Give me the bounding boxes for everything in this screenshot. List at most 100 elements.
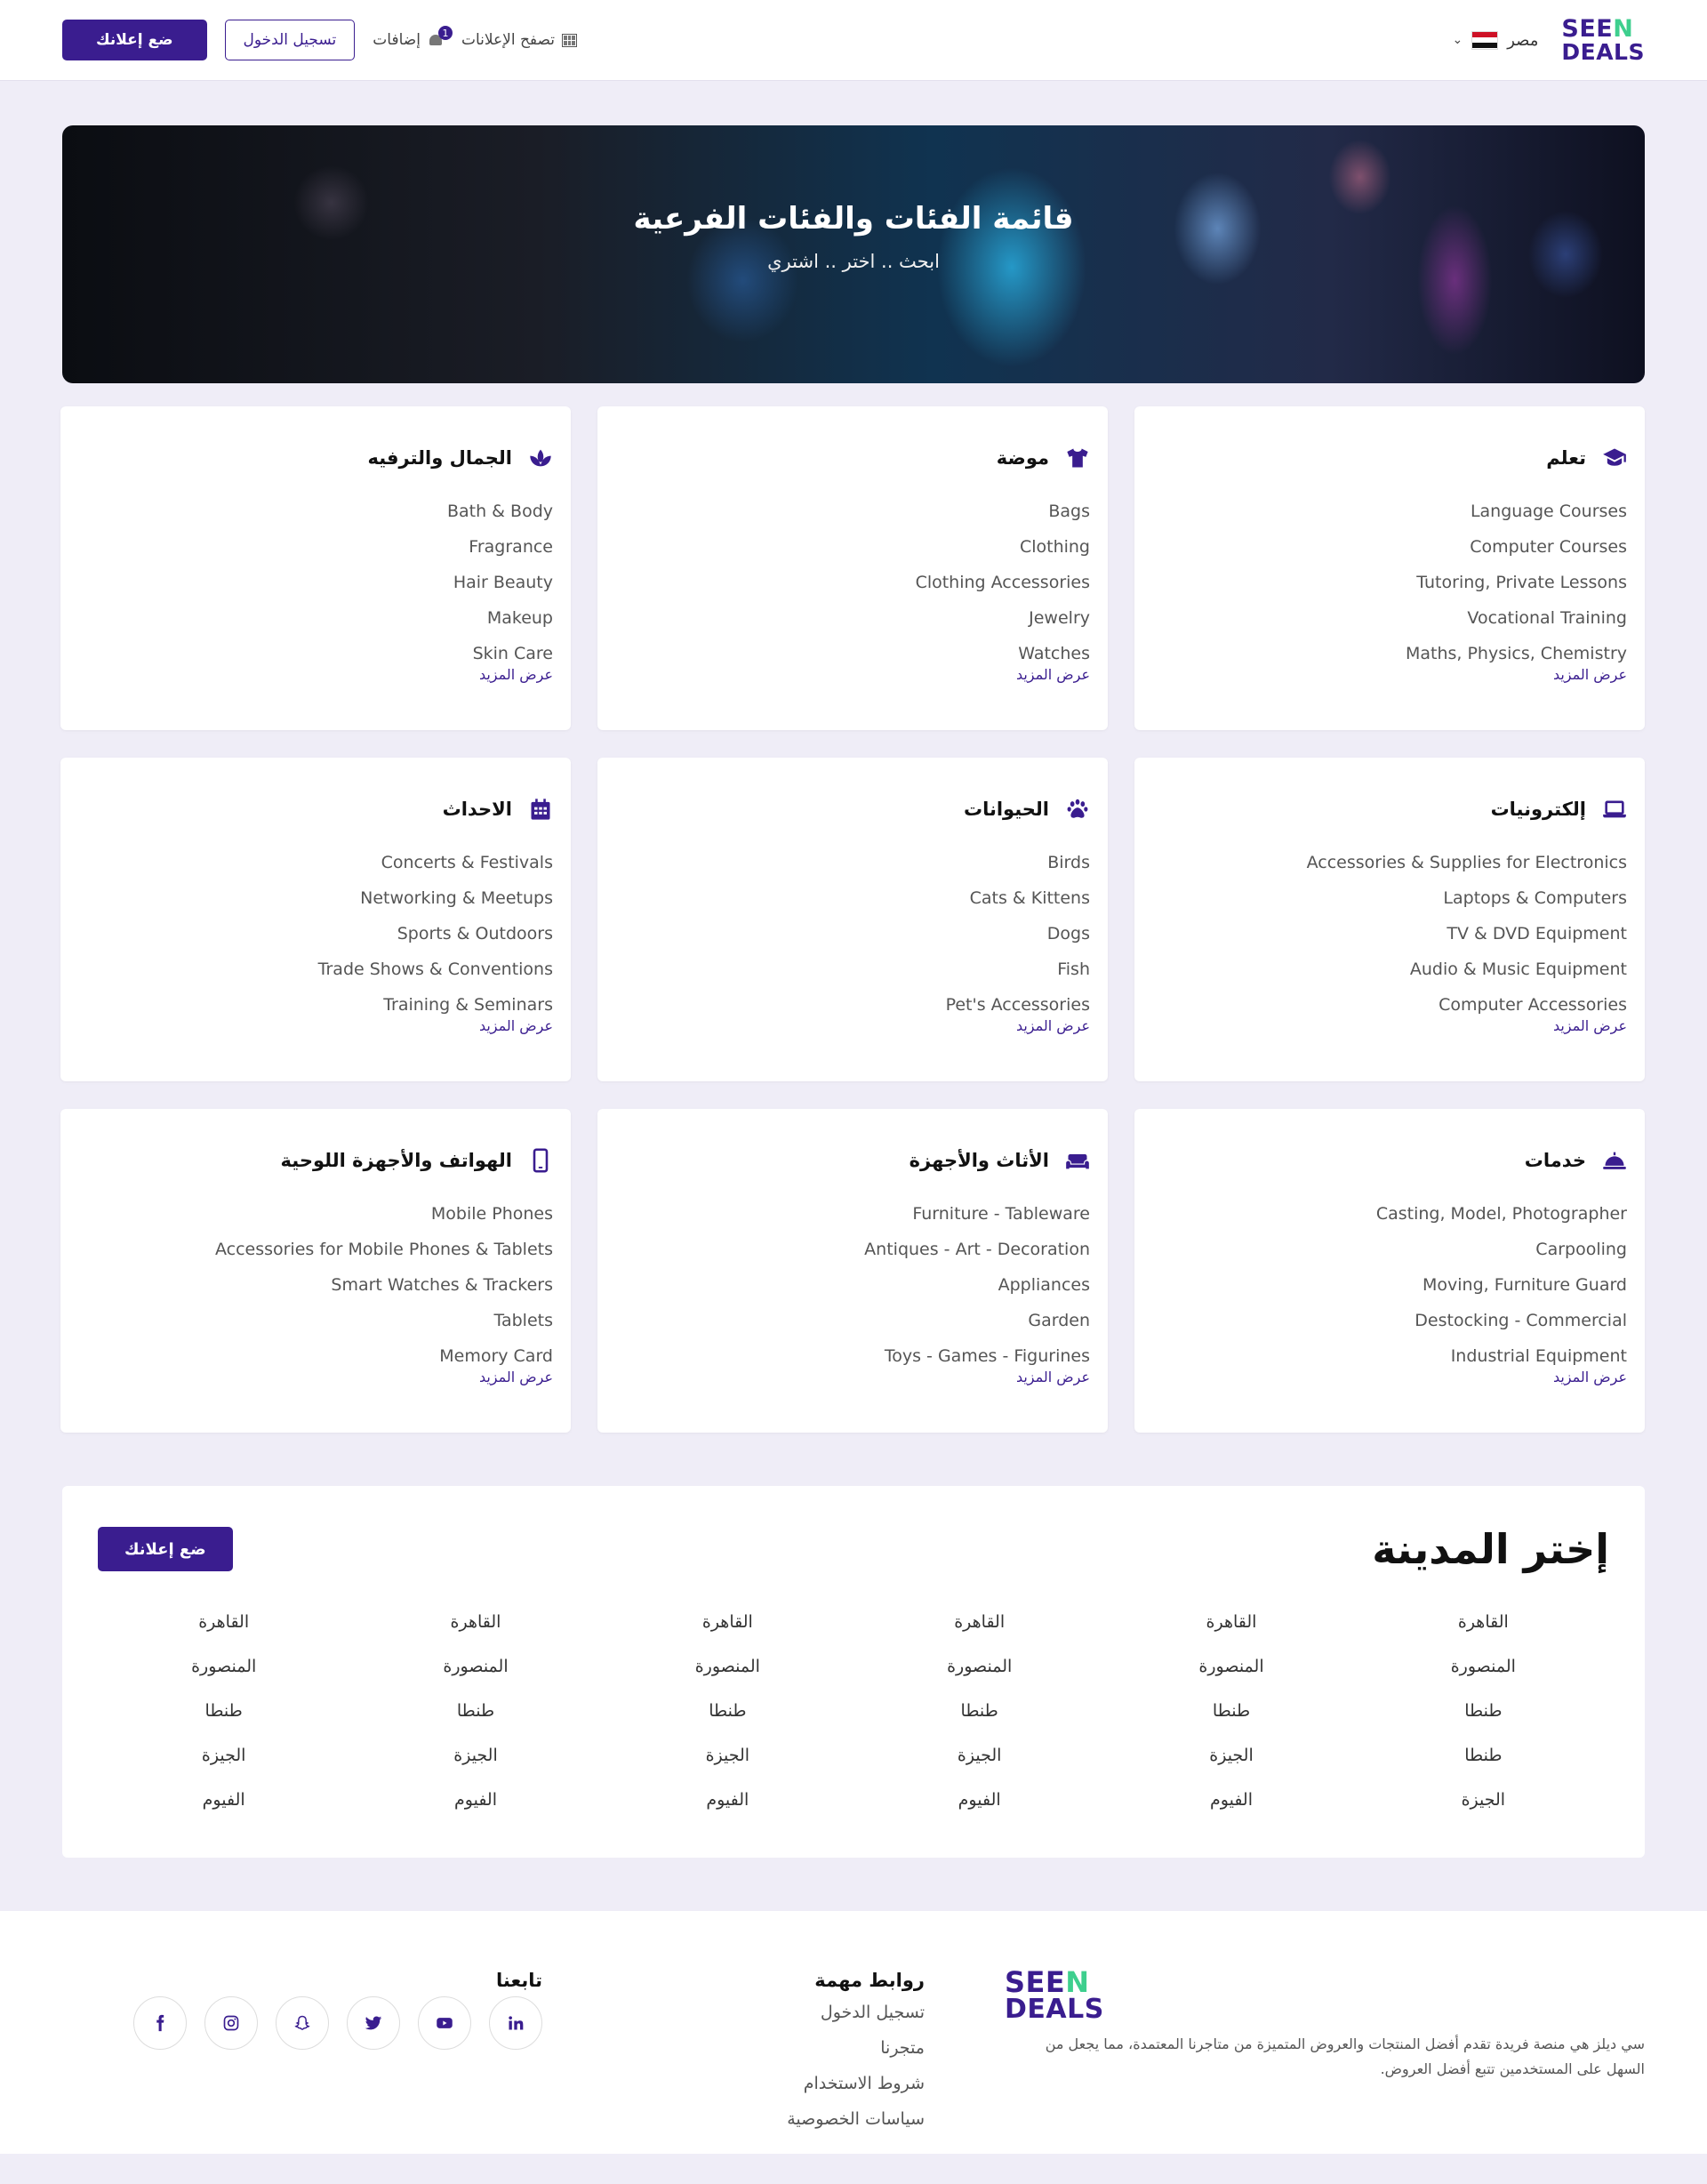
subcategory-link[interactable]: Smart Watches & Trackers <box>331 1275 553 1295</box>
city-link[interactable]: المنصورة <box>854 1657 1105 1701</box>
subcategory-link[interactable]: Antiques - Art - Decoration <box>864 1240 1090 1259</box>
subcategory-link[interactable]: Carpooling <box>1535 1240 1627 1259</box>
subcategory-link[interactable]: Accessories for Mobile Phones & Tablets <box>215 1240 553 1259</box>
subcategory-link[interactable]: Casting, Model, Photographer <box>1376 1204 1627 1224</box>
city-link[interactable]: الفيوم <box>602 1790 854 1835</box>
subcategory-link[interactable]: Birds <box>1047 853 1090 872</box>
city-post-ad-button[interactable]: ضع إعلانك <box>98 1527 233 1571</box>
subcategory-link[interactable]: Computer Accessories <box>1439 995 1627 1015</box>
subcategory-link[interactable]: Skin Care <box>473 644 553 663</box>
subcategory-link[interactable]: Bags <box>1048 502 1090 521</box>
show-more-link[interactable]: عرض المزيد <box>1152 666 1627 683</box>
city-link[interactable]: القاهرة <box>1105 1612 1357 1657</box>
city-link[interactable]: الجيزة <box>1358 1790 1609 1835</box>
city-link[interactable]: المنصورة <box>602 1657 854 1701</box>
subcategory-link[interactable]: Bath & Body <box>447 502 553 521</box>
show-more-link[interactable]: عرض المزيد <box>615 1369 1090 1385</box>
subcategory-link[interactable]: Hair Beauty <box>453 573 553 592</box>
twitter-icon[interactable] <box>347 1996 400 2050</box>
city-link[interactable]: الجيزة <box>98 1746 349 1790</box>
site-logo[interactable]: SEEN DEALS <box>1561 17 1645 63</box>
subcategory-link[interactable]: Mobile Phones <box>431 1204 553 1224</box>
category-header[interactable]: الاحداث <box>78 797 553 822</box>
category-header[interactable]: تعلم <box>1152 446 1627 470</box>
subcategory-link[interactable]: Tablets <box>494 1311 553 1330</box>
subcategory-link[interactable]: Maths, Physics, Chemistry <box>1406 644 1627 663</box>
city-link[interactable]: طنطا <box>1358 1746 1609 1790</box>
city-link[interactable]: المنصورة <box>1105 1657 1357 1701</box>
subcategory-link[interactable]: Garden <box>1028 1311 1090 1330</box>
show-more-link[interactable]: عرض المزيد <box>78 1017 553 1034</box>
city-link[interactable]: المنصورة <box>98 1657 349 1701</box>
subcategory-link[interactable]: Concerts & Festivals <box>381 853 553 872</box>
subcategory-link[interactable]: Vocational Training <box>1467 608 1627 628</box>
city-link[interactable]: القاهرة <box>1358 1612 1609 1657</box>
subcategory-link[interactable]: Pet's Accessories <box>946 995 1090 1015</box>
city-link[interactable]: الجيزة <box>602 1746 854 1790</box>
linkedin-icon[interactable] <box>489 1996 542 2050</box>
subcategory-link[interactable]: Appliances <box>998 1275 1090 1295</box>
subcategory-link[interactable]: Destocking - Commercial <box>1414 1311 1627 1330</box>
category-header[interactable]: خدمات <box>1152 1148 1627 1173</box>
city-link[interactable]: المنصورة <box>1358 1657 1609 1701</box>
country-selector[interactable]: مصر ⌄ <box>1452 30 1538 50</box>
show-more-link[interactable]: عرض المزيد <box>1152 1017 1627 1034</box>
city-link[interactable]: الفيوم <box>1105 1790 1357 1835</box>
city-link[interactable]: طنطا <box>98 1701 349 1746</box>
subcategory-link[interactable]: Furniture - Tableware <box>912 1204 1090 1224</box>
subcategory-link[interactable]: Jewelry <box>1029 608 1090 628</box>
subcategory-link[interactable]: Industrial Equipment <box>1451 1346 1627 1366</box>
subcategory-link[interactable]: Language Courses <box>1471 502 1627 521</box>
city-link[interactable]: المنصورة <box>349 1657 601 1701</box>
footer-link[interactable]: متجرنا <box>605 2030 925 2066</box>
city-link[interactable]: الجيزة <box>349 1746 601 1790</box>
login-button[interactable]: تسجيل الدخول <box>224 20 356 60</box>
subcategory-link[interactable]: Tutoring, Private Lessons <box>1416 573 1627 592</box>
subcategory-link[interactable]: Laptops & Computers <box>1443 888 1627 908</box>
facebook-icon[interactable] <box>133 1996 187 2050</box>
city-link[interactable]: طنطا <box>602 1701 854 1746</box>
category-header[interactable]: الهواتف والأجهزة اللوحية <box>78 1148 553 1173</box>
footer-link[interactable]: سياسات الخصوصية <box>605 2101 925 2137</box>
category-header[interactable]: الحيوانات <box>615 797 1090 822</box>
subcategory-link[interactable]: TV & DVD Equipment <box>1447 924 1627 943</box>
footer-link[interactable]: تسجيل الدخول <box>605 1995 925 2030</box>
subcategory-link[interactable]: Dogs <box>1047 924 1090 943</box>
footer-logo[interactable]: SEEN DEALS <box>1005 1968 1645 2023</box>
footer-link[interactable]: شروط الاستخدام <box>605 2066 925 2101</box>
city-link[interactable]: الفيوم <box>349 1790 601 1835</box>
subcategory-link[interactable]: Training & Seminars <box>383 995 553 1015</box>
city-link[interactable]: القاهرة <box>854 1612 1105 1657</box>
show-more-link[interactable]: عرض المزيد <box>1152 1369 1627 1385</box>
instagram-icon[interactable] <box>204 1996 258 2050</box>
subcategory-link[interactable]: Clothing <box>1020 537 1090 557</box>
subcategory-link[interactable]: Moving, Furniture Guard <box>1422 1275 1627 1295</box>
city-link[interactable]: الجيزة <box>854 1746 1105 1790</box>
subcategory-link[interactable]: Accessories & Supplies for Electronics <box>1307 853 1627 872</box>
youtube-icon[interactable] <box>418 1996 471 2050</box>
subcategory-link[interactable]: Toys - Games - Figurines <box>885 1346 1090 1366</box>
subcategory-link[interactable]: Computer Courses <box>1470 537 1627 557</box>
category-header[interactable]: موضة <box>615 446 1090 470</box>
snapchat-icon[interactable] <box>276 1996 329 2050</box>
city-link[interactable]: الجيزة <box>1105 1746 1357 1790</box>
city-link[interactable]: القاهرة <box>349 1612 601 1657</box>
notifications-link[interactable]: 1 إضافات <box>373 26 453 49</box>
post-ad-button[interactable]: ضع إعلانك <box>62 20 207 60</box>
city-link[interactable]: طنطا <box>1105 1701 1357 1746</box>
subcategory-link[interactable]: Sports & Outdoors <box>397 924 553 943</box>
city-link[interactable]: القاهرة <box>98 1612 349 1657</box>
subcategory-link[interactable]: Networking & Meetups <box>360 888 553 908</box>
subcategory-link[interactable]: Fragrance <box>469 537 553 557</box>
city-link[interactable]: طنطا <box>349 1701 601 1746</box>
show-more-link[interactable]: عرض المزيد <box>78 666 553 683</box>
category-header[interactable]: الجمال والترفيه <box>78 446 553 470</box>
city-link[interactable]: طنطا <box>1358 1701 1609 1746</box>
subcategory-link[interactable]: Watches <box>1018 644 1090 663</box>
category-header[interactable]: إلكترونيات <box>1152 797 1627 822</box>
subcategory-link[interactable]: Trade Shows & Conventions <box>318 960 553 979</box>
browse-ads-link[interactable]: تصفح الإعلانات <box>461 31 578 49</box>
city-link[interactable]: الفيوم <box>98 1790 349 1835</box>
city-link[interactable]: الفيوم <box>854 1790 1105 1835</box>
show-more-link[interactable]: عرض المزيد <box>615 666 1090 683</box>
